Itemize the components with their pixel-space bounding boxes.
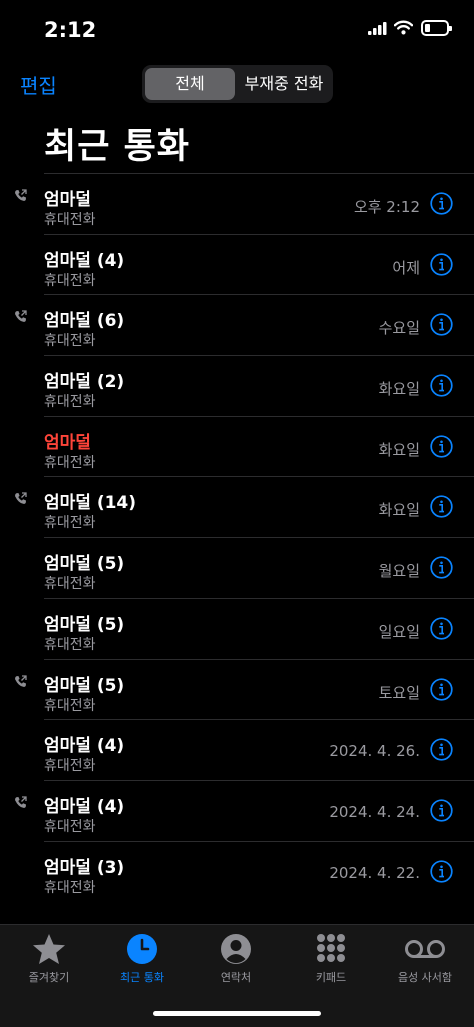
home-indicator <box>153 1011 321 1016</box>
star-icon <box>33 934 65 964</box>
call-time: 화요일 <box>378 501 420 520</box>
call-type-label: 휴대전화 <box>44 758 96 775</box>
call-row[interactable]: 엄마덜 (5) 휴대전화 일요일 <box>0 597 474 659</box>
info-icon[interactable] <box>430 617 453 640</box>
caller-name: 엄마덜 (5) <box>44 554 125 575</box>
caller-name: 엄마덜 (5) <box>44 675 125 696</box>
call-time: 수요일 <box>378 319 420 338</box>
info-icon[interactable] <box>430 556 453 579</box>
caller-name: 엄마덜 (2) <box>44 372 125 393</box>
tab-contacts[interactable]: 연락처 <box>189 933 283 985</box>
call-time: 토요일 <box>378 683 420 702</box>
outgoing-call-icon <box>15 310 27 323</box>
tab-favorites[interactable]: 즐겨찾기 <box>2 933 96 985</box>
call-time: 2024. 4. 24. <box>329 802 420 821</box>
outgoing-call-icon <box>15 674 27 687</box>
call-row[interactable]: 엄마덜 휴대전화 화요일 <box>0 415 474 477</box>
call-type-label: 휴대전화 <box>44 576 96 593</box>
edit-button[interactable]: 편집 <box>20 70 57 99</box>
cellular-signal-icon <box>368 22 387 35</box>
battery-icon <box>421 20 452 36</box>
call-type-label: 휴대전화 <box>44 515 96 532</box>
caller-name: 엄마덜 <box>44 432 91 453</box>
call-type-label: 휴대전화 <box>44 818 96 835</box>
status-time: 2:12 <box>44 18 97 42</box>
tab-contacts-label: 연락처 <box>220 971 252 984</box>
tab-recents-label: 최근 통화 <box>120 971 164 984</box>
wifi-icon <box>394 20 413 35</box>
call-type-label: 휴대전화 <box>44 272 96 289</box>
status-bar: 2:12 <box>0 0 474 60</box>
person-circle-icon <box>221 934 251 964</box>
tab-voicemail[interactable]: 음성 사서함 <box>378 933 472 985</box>
info-icon[interactable] <box>430 253 453 276</box>
tab-voicemail-label: 음성 사서함 <box>397 971 453 984</box>
info-icon[interactable] <box>430 313 453 337</box>
call-time: 화요일 <box>378 380 420 399</box>
tab-keypad-label: 키패드 <box>315 971 347 984</box>
segment-all[interactable]: 전체 <box>145 68 235 100</box>
call-time: 월요일 <box>378 562 420 581</box>
caller-name: 엄마덜 (5) <box>44 614 125 635</box>
voicemail-icon <box>405 940 445 958</box>
call-time: 어제 <box>392 258 420 277</box>
recents-list: 엄마덜 휴대전화 오후 2:12 엄마덜 (4) 휴대전화 어제 엄마덜 (6) 휴대전화 수요… <box>0 173 474 901</box>
info-icon[interactable] <box>430 374 453 397</box>
outgoing-call-icon <box>15 189 27 201</box>
caller-name: 엄마덜 (3) <box>44 857 125 878</box>
call-type-label: 휴대전화 <box>44 879 96 896</box>
segment-missed[interactable]: 부재중 전화 <box>238 68 330 100</box>
caller-name: 엄마덜 (6) <box>44 311 125 332</box>
call-type-label: 휴대전화 <box>44 697 96 714</box>
info-icon[interactable] <box>430 859 453 883</box>
outgoing-call-icon <box>15 796 27 808</box>
call-time: 2024. 4. 26. <box>329 742 420 761</box>
info-icon[interactable] <box>430 495 453 519</box>
caller-name: 엄마덜 (4) <box>44 796 125 817</box>
tab-favorites-label: 즐겨찾기 <box>28 971 70 984</box>
call-type-label: 휴대전화 <box>44 454 96 471</box>
call-row[interactable]: 엄마덜 (6) 휴대전화 수요일 <box>0 294 474 355</box>
caller-name: 엄마덜 <box>44 190 91 210</box>
page-title: 최근 통화 <box>44 127 190 167</box>
call-time: 화요일 <box>378 440 420 459</box>
call-time: 오후 2:12 <box>353 198 420 216</box>
call-type-label: 휴대전화 <box>44 333 96 350</box>
tab-keypad[interactable]: 키패드 <box>284 933 378 985</box>
call-time: 일요일 <box>378 622 420 641</box>
call-row[interactable]: 엄마덜 (2) 휴대전화 화요일 <box>0 355 474 416</box>
call-row[interactable]: 엄마덜 (3) 휴대전화 2024. 4. 22. <box>0 840 474 902</box>
call-row[interactable]: 엄마덜 (4) 휴대전화 어제 <box>0 233 474 295</box>
caller-name: 엄마덜 (14) <box>44 493 137 514</box>
caller-name: 엄마덜 (4) <box>44 250 125 271</box>
call-time: 2024. 4. 22. <box>329 863 420 882</box>
info-icon[interactable] <box>430 192 453 215</box>
info-icon[interactable] <box>430 435 453 458</box>
call-type-label: 휴대전화 <box>44 636 96 653</box>
info-icon[interactable] <box>430 738 453 761</box>
clock-icon <box>127 934 157 964</box>
outgoing-call-icon <box>15 492 27 505</box>
segmented-control: 전체 부재중 전화 <box>142 65 333 103</box>
call-row[interactable]: 엄마덜휴대전화 오후 2:12 <box>0 173 474 234</box>
caller-name: 엄마덜 (4) <box>44 736 125 757</box>
call-row[interactable]: 엄마덜 (5) 휴대전화 토요일 <box>0 658 474 720</box>
call-type-label: 휴대전화 <box>44 212 96 228</box>
call-row[interactable]: 엄마덜 (5) 휴대전화 월요일 <box>0 537 474 598</box>
tab-recents[interactable]: 최근 통화 <box>95 933 189 985</box>
info-icon[interactable] <box>430 677 453 701</box>
call-row[interactable]: 엄마덜 (14) 휴대전화 화요일 <box>0 476 474 537</box>
call-type-label: 휴대전화 <box>44 394 96 411</box>
call-row[interactable]: 엄마덜 (4) 휴대전화 2024. 4. 26. <box>0 719 474 780</box>
keypad-icon <box>317 934 345 962</box>
info-icon[interactable] <box>430 799 453 822</box>
call-row[interactable]: 엄마덜 (4) 휴대전화 2024. 4. 24. <box>0 779 474 841</box>
